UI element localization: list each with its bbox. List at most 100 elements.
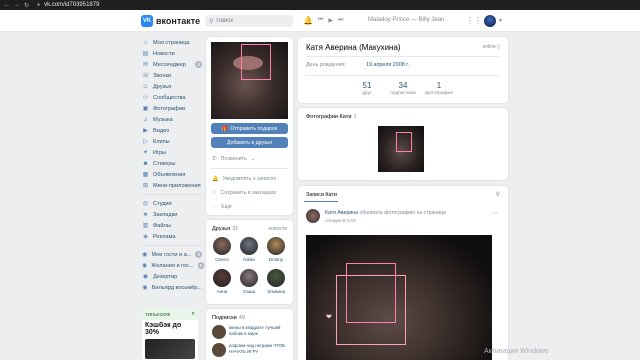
post-photo[interactable]: ❤ bbox=[306, 235, 492, 360]
menu-item[interactable]: ★ Закладки bbox=[142, 209, 202, 220]
call-button[interactable]: ✆ Позвонить ⌄ bbox=[212, 156, 255, 162]
photo-filter-frame bbox=[396, 132, 412, 152]
friend-avatar bbox=[267, 269, 285, 287]
vk-logo[interactable]: VK вконтакте bbox=[141, 15, 200, 27]
search-box[interactable]: ⚲ bbox=[205, 15, 293, 27]
friend-name: Анна bbox=[216, 289, 228, 294]
reload-icon[interactable]: ↻ bbox=[24, 2, 29, 9]
subscription-text: рофлим над неграми ЧТОБ НАЧАТЬ ИГРУ bbox=[229, 343, 286, 354]
menu-item[interactable]: ▤ Новости bbox=[142, 48, 202, 59]
wall-tab[interactable]: Записи Кати bbox=[306, 192, 337, 198]
friends-title[interactable]: Друзья 31 bbox=[212, 226, 238, 232]
menu-item[interactable]: ◉ Мои гости и а... 8 bbox=[142, 249, 202, 260]
profile-stat[interactable]: 1 фотография bbox=[421, 81, 457, 96]
ad-header: ТИНЬКОФФ ✕ bbox=[142, 308, 198, 320]
menu-item[interactable]: ◈ Реклама bbox=[142, 231, 202, 242]
profile-stat[interactable]: 34 подписчика bbox=[385, 81, 421, 96]
call-label: Позвонить bbox=[220, 156, 247, 162]
menu-item[interactable]: ◉ Дезертир bbox=[142, 271, 202, 282]
menu-item[interactable]: ☻ Стикеры bbox=[142, 158, 202, 169]
menu-item[interactable]: ▦ Объявления bbox=[142, 169, 202, 180]
profile-stat[interactable]: 51 друг bbox=[349, 81, 385, 96]
birthday-row: День рождения: 19 апреля 2008 г. bbox=[306, 62, 409, 68]
send-gift-label: Отправить подарок bbox=[230, 125, 278, 132]
menu-item[interactable]: ▥ Файлы bbox=[142, 220, 202, 231]
profile-action[interactable]: ⋯ Ещё bbox=[212, 204, 232, 210]
back-icon[interactable]: ← bbox=[4, 2, 10, 9]
post-author-avatar[interactable] bbox=[306, 209, 320, 223]
post-time[interactable]: сегодня в 1:03 bbox=[325, 218, 356, 223]
friend-name: Nikita bbox=[243, 257, 255, 262]
now-playing-track[interactable]: Maladoy Prince — Billy Jean bbox=[368, 17, 444, 23]
chevron-down-icon[interactable]: ▼ bbox=[498, 18, 503, 24]
menu-item[interactable]: ✦ Игры bbox=[142, 147, 202, 158]
friend-item[interactable]: Dmitriy bbox=[266, 237, 286, 262]
menu-item[interactable]: ☏ Звонки bbox=[142, 70, 202, 81]
friend-item[interactable]: Nikita bbox=[239, 237, 259, 262]
friend-item[interactable]: Олеся bbox=[212, 237, 232, 262]
birthday-label: День рождения: bbox=[306, 62, 347, 68]
friend-item[interactable]: Эльвина bbox=[266, 269, 286, 294]
subscriptions-title[interactable]: Подписки 49 bbox=[212, 315, 245, 321]
menu-item-label: Новости bbox=[153, 50, 175, 57]
url-text[interactable]: vk.com/id703951879 bbox=[44, 2, 99, 8]
menu-item-badge: 5 bbox=[197, 262, 205, 269]
menu-item[interactable]: ▣ Фотографии bbox=[142, 103, 202, 114]
add-friend-button[interactable]: Добавить в друзья bbox=[211, 137, 288, 148]
menu-item[interactable]: ⌂ Моя страница bbox=[142, 37, 202, 48]
stat-number: 51 bbox=[362, 81, 372, 90]
friends-block: Друзья 31 новости Олеся Nikita Dmitriy Анна С… bbox=[206, 220, 293, 304]
menu-item[interactable]: ♫ Музыка bbox=[142, 114, 202, 125]
menu-item-icon: ◉ bbox=[142, 274, 149, 280]
prev-icon[interactable]: ⏮ bbox=[318, 17, 323, 24]
close-icon[interactable]: ✕ bbox=[191, 311, 195, 317]
friend-item[interactable]: Саша bbox=[239, 269, 259, 294]
wall-block: Записи Кати ⚲ Катя Аверина обновила фото… bbox=[298, 186, 508, 360]
stat-number: 1 bbox=[436, 81, 442, 90]
profile-action[interactable]: 🔔 Уведомлять о записях bbox=[212, 176, 276, 182]
friend-avatar bbox=[213, 237, 231, 255]
menu-item[interactable]: ☺ Друзья bbox=[142, 81, 202, 92]
subscription-item[interactable]: мемы в квадрате лучший паблик в мире bbox=[212, 325, 291, 339]
post-author-name[interactable]: Катя Аверина bbox=[325, 210, 358, 216]
divider bbox=[306, 75, 500, 76]
menu-item[interactable]: ◎ Студия bbox=[142, 198, 202, 209]
profile-photo[interactable] bbox=[211, 42, 288, 119]
subscription-item[interactable]: рофлим над неграми ЧТОБ НАЧАТЬ ИГРУ bbox=[212, 343, 291, 357]
photo-thumbnail[interactable] bbox=[378, 126, 424, 172]
menu-item[interactable]: ◉ Бильярд восьмёр... bbox=[142, 282, 202, 293]
friend-avatar bbox=[213, 269, 231, 287]
menu-item[interactable]: ⚇ Сообщества bbox=[142, 92, 202, 103]
profile-action[interactable]: ☆ Сохранить в закладках bbox=[212, 190, 276, 196]
menu-item[interactable]: ⊞ Мини-приложения bbox=[142, 180, 202, 191]
next-icon[interactable]: ⏭ bbox=[338, 17, 343, 24]
menu-item[interactable]: ▷ Клипы bbox=[142, 136, 202, 147]
heart-icon: ❤ bbox=[326, 314, 332, 321]
menu-item-icon: ☏ bbox=[142, 73, 150, 79]
friends-news-link[interactable]: новости bbox=[268, 226, 287, 232]
menu-item-label: Стикеры bbox=[153, 160, 176, 167]
menu-item-label: Объявления bbox=[153, 171, 186, 178]
more-icon[interactable]: ⋯ bbox=[492, 210, 498, 217]
menu-item-icon: ♫ bbox=[143, 116, 148, 123]
forward-icon[interactable]: → bbox=[14, 2, 20, 9]
birthday-value[interactable]: 19 апреля 2008 г. bbox=[366, 62, 409, 68]
ad-banner[interactable]: ТИНЬКОФФ ✕ Кэшбэк до 30% bbox=[142, 308, 198, 360]
menu-item[interactable]: ✉ Мессенджер 8 bbox=[142, 59, 202, 70]
menu-item[interactable]: ◉ Желания и гос... 5 bbox=[142, 260, 205, 271]
search-input[interactable] bbox=[216, 18, 287, 24]
menu-item-label: Мессенджер bbox=[153, 61, 186, 68]
send-gift-button[interactable]: 🎁 Отправить подарок bbox=[211, 123, 288, 134]
photo-filter-frame bbox=[346, 263, 396, 323]
play-icon[interactable]: ▶ bbox=[328, 17, 333, 24]
friend-item[interactable]: Анна bbox=[212, 269, 232, 294]
menu-item[interactable]: ▶ Видео bbox=[142, 125, 202, 136]
menu-item-badge: 8 bbox=[195, 251, 202, 258]
phone-icon: ✆ bbox=[212, 156, 217, 162]
menu-item-icon: ✦ bbox=[142, 150, 149, 156]
photos-title[interactable]: Фотографии Кати 1 bbox=[306, 114, 357, 120]
bell-icon[interactable]: 🔔 bbox=[303, 16, 313, 25]
user-avatar[interactable] bbox=[484, 15, 496, 27]
stat-label: фотография bbox=[425, 91, 453, 96]
search-icon[interactable]: ⚲ bbox=[496, 191, 500, 198]
